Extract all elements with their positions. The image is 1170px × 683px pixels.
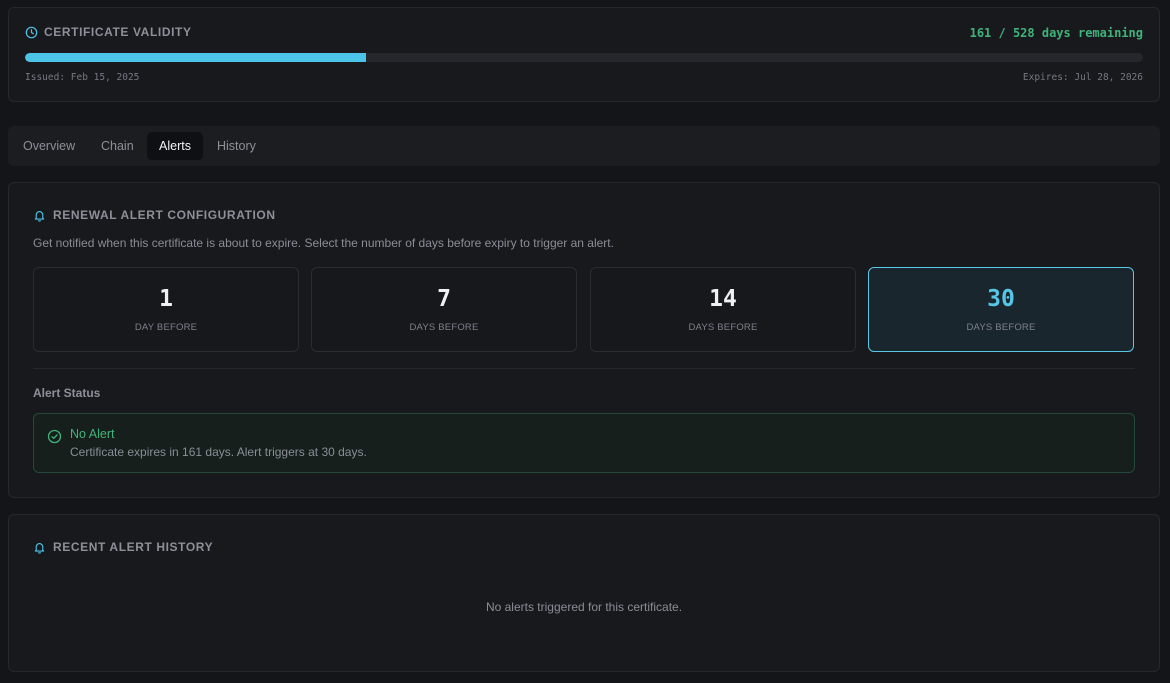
validity-progress-fill: [25, 53, 366, 62]
option-value: 30: [987, 286, 1015, 312]
days-remaining: 161 / 528 days remaining: [969, 26, 1143, 40]
alert-option-30-days[interactable]: 30 DAYS BEFORE: [868, 267, 1134, 352]
tab-bar: Overview Chain Alerts History: [8, 126, 1160, 166]
clock-icon: [25, 26, 38, 38]
alert-option-7-days[interactable]: 7 DAYS BEFORE: [311, 267, 577, 352]
validity-dates: Issued: Feb 15, 2025 Expires: Jul 28, 20…: [25, 72, 1143, 84]
alert-status-text: Certificate expires in 161 days. Alert t…: [70, 445, 367, 459]
option-label: DAYS BEFORE: [966, 322, 1036, 333]
history-title: RECENT ALERT HISTORY: [33, 540, 213, 554]
recent-alert-history-card: RECENT ALERT HISTORY No alerts triggered…: [8, 514, 1160, 672]
option-value: 7: [437, 286, 451, 312]
option-label: DAYS BEFORE: [688, 322, 758, 333]
alert-status-title: No Alert: [70, 427, 115, 441]
option-value: 1: [159, 286, 173, 312]
alert-option-14-days[interactable]: 14 DAYS BEFORE: [590, 267, 856, 352]
history-empty-state: No alerts triggered for this certificate…: [485, 600, 683, 614]
alert-status-box: No Alert Certificate expires in 161 days…: [33, 413, 1135, 473]
tab-chain[interactable]: Chain: [89, 132, 146, 160]
config-description: Get notified when this certificate is ab…: [33, 236, 614, 250]
alert-status-label: Alert Status: [33, 386, 101, 400]
renewal-alert-config-card: RENEWAL ALERT CONFIGURATION Get notified…: [8, 182, 1160, 498]
section-divider: [33, 368, 1135, 369]
validity-title-text: CERTIFICATE VALIDITY: [44, 25, 192, 39]
validity-header: CERTIFICATE VALIDITY 161 / 528 days rema…: [25, 25, 1143, 41]
history-title-text: RECENT ALERT HISTORY: [53, 540, 214, 554]
config-title: RENEWAL ALERT CONFIGURATION: [33, 208, 276, 222]
tab-history[interactable]: History: [205, 132, 268, 160]
option-label: DAY BEFORE: [134, 322, 198, 333]
tab-alerts[interactable]: Alerts: [147, 132, 203, 160]
validity-title: CERTIFICATE VALIDITY: [25, 25, 192, 39]
bell-icon: [34, 542, 45, 554]
option-value: 14: [709, 286, 737, 312]
option-label: DAYS BEFORE: [409, 322, 479, 333]
expires-date: Expires: Jul 28, 2026: [1022, 72, 1143, 83]
certificate-validity-card: CERTIFICATE VALIDITY 161 / 528 days rema…: [8, 7, 1160, 102]
bell-icon: [34, 210, 45, 222]
tab-overview[interactable]: Overview: [11, 132, 87, 160]
check-circle-icon: [47, 429, 62, 444]
validity-progress-bar: [25, 53, 1143, 62]
issued-date: Issued: Feb 15, 2025: [25, 72, 140, 83]
config-title-text: RENEWAL ALERT CONFIGURATION: [53, 208, 276, 222]
alert-option-1-day[interactable]: 1 DAY BEFORE: [33, 267, 299, 352]
